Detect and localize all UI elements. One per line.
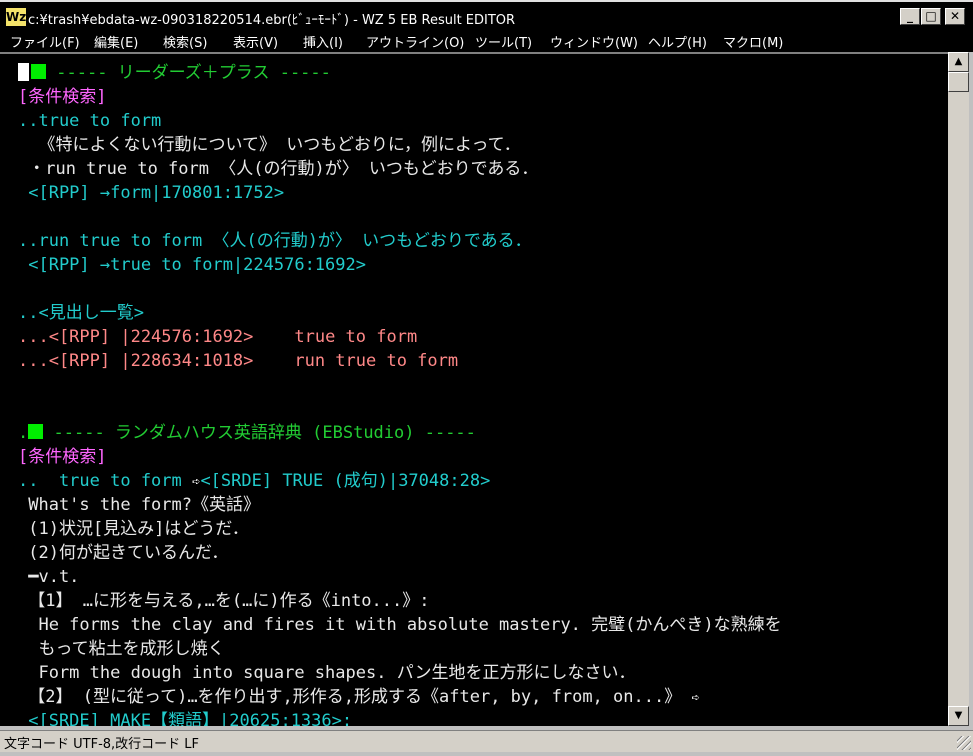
status-text: 文字コード UTF-8,改行コード LF [4, 737, 200, 752]
heading-list-item[interactable]: ...<[RPP] |228634:1018> run true to form [18, 349, 458, 373]
entry-text: Form the dough into square shapes. パン生地を… [18, 663, 636, 683]
entry-text: 【1】 …に形を与える,…を(…に)作る《into...》: [18, 591, 430, 611]
window-title: c:¥trash¥ebdata-wz-090318220514.ebr(ﾋﾞｭｰ… [28, 13, 516, 28]
entry-text: 《特によくない行動について》 いつもどおりに，例によって． [18, 135, 521, 155]
menu-view[interactable]: 表示(V) [233, 32, 278, 51]
entry-text: (1)状況[見込み]はどうだ． [18, 519, 249, 539]
entry-text: 【2】 (型に従って)…を作り出す,形作る,形成する《after, by, fr… [18, 687, 700, 707]
close-button[interactable]: ✕ [945, 8, 965, 25]
jump-arrow-icon[interactable]: ➪ [691, 690, 699, 706]
resize-grip-icon[interactable] [957, 736, 971, 750]
condition-search-label: [条件検索] [18, 447, 107, 467]
entry-heading[interactable]: ..run true to form 〈人(の行動)が〉 いつもどおりである． [18, 229, 532, 253]
heading-list-item[interactable]: ...<[RPP] |224576:1692> true to form [18, 325, 417, 349]
reference-link[interactable]: <[RPP] →true to form|224576:1692> [18, 253, 366, 277]
menu-insert[interactable]: 挿入(I) [303, 32, 343, 51]
entry-heading[interactable]: ..true to form [18, 109, 161, 133]
block-marker-icon [31, 64, 46, 79]
scroll-thumb[interactable] [948, 72, 969, 92]
maximize-button[interactable]: □ [921, 8, 941, 25]
entry-text: What's the form?《英話》 [18, 495, 260, 515]
menu-search[interactable]: 検索(S) [163, 32, 207, 51]
vertical-scrollbar[interactable]: ▲ ▼ [948, 52, 969, 726]
entry-text: ━v.t. [18, 567, 80, 587]
menu-edit[interactable]: 編集(E) [94, 32, 138, 51]
scroll-up-button[interactable]: ▲ [948, 52, 969, 72]
entry-text: もって粘土を成形し焼く [18, 639, 225, 659]
reference-link[interactable]: <[RPP] →form|170801:1752> [18, 181, 284, 205]
entry-text: He forms the clay and fires it with abso… [18, 615, 782, 635]
text-cursor [18, 63, 29, 81]
menu-help[interactable]: ヘルプ(H) [648, 32, 707, 51]
menu-outline[interactable]: アウトライン(O) [366, 32, 464, 51]
dict-header-readers: ----- リーダーズ＋プラス ----- [18, 61, 331, 85]
editor-text-area[interactable]: ----- リーダーズ＋プラス ----- [条件検索] ..true to f… [0, 52, 948, 726]
dict-header-random-house: . ----- ランダムハウス英語辞典 (EBStudio) ----- [18, 423, 476, 443]
menu-tools[interactable]: ツール(T) [475, 32, 532, 51]
entry-text: (2)何が起きているんだ． [18, 543, 229, 563]
title-bar: Wz c:¥trash¥ebdata-wz-090318220514.ebr(ﾋ… [0, 0, 973, 30]
menu-bar: ファイル(F) 編集(E) 検索(S) 表示(V) 挿入(I) アウトライン(O… [0, 30, 973, 52]
menu-file[interactable]: ファイル(F) [10, 32, 80, 51]
menu-window[interactable]: ウィンドウ(W) [550, 32, 638, 51]
reference-link[interactable]: <[SRDE] MAKE【類語】|20625:1336>: [18, 709, 352, 726]
minimize-button[interactable]: _ [900, 8, 920, 25]
block-marker-icon [28, 424, 44, 439]
status-bar: 文字コード UTF-8,改行コード LF [0, 730, 973, 752]
heading-list-label: ..<見出し一覧> [18, 303, 144, 323]
entry-text: ・run true to form 〈人(の行動)が〉 いつもどおりである． [18, 159, 539, 179]
app-icon[interactable]: Wz [6, 8, 26, 26]
entry-heading[interactable]: .. true to form ➪<[SRDE] TRUE (成句)|37048… [18, 469, 490, 493]
menu-macro[interactable]: マクロ(M) [723, 32, 783, 51]
scroll-down-button[interactable]: ▼ [948, 706, 969, 726]
condition-search-label: [条件検索] [18, 87, 107, 107]
